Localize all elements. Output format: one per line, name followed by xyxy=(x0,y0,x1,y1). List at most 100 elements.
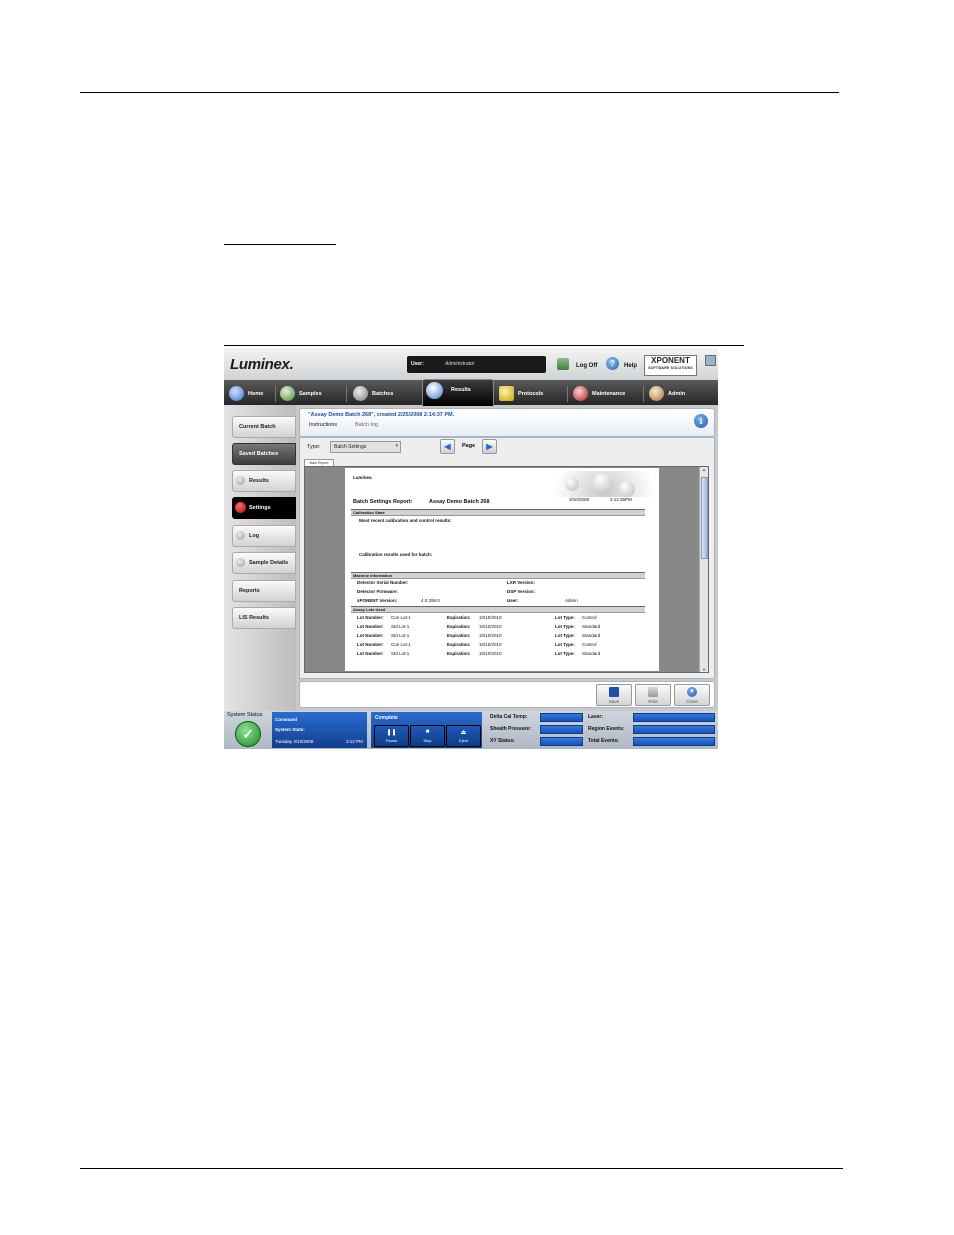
close-label: Close xyxy=(686,699,698,704)
dsp-version-label: DSP Version: xyxy=(507,589,536,594)
report-time: 3:12:36PM xyxy=(610,497,632,502)
main-nav: Home Samples Batches Results Protocols M… xyxy=(224,379,718,406)
command-box: Command System State: Tuesday 3/10/2008 … xyxy=(272,712,367,748)
status-date: Tuesday 3/10/2008 xyxy=(275,739,314,744)
lot-type-value: Control xyxy=(582,615,597,620)
command-label: Command xyxy=(275,717,298,722)
report-header-graphic xyxy=(515,471,659,497)
print-label: Print xyxy=(648,699,658,704)
sidebar-item-settings[interactable]: Settings xyxy=(232,497,296,519)
system-state-label: System State: xyxy=(275,727,305,732)
tab-results-label: Results xyxy=(451,387,471,393)
tab-maintenance[interactable]: Maintenance xyxy=(570,383,642,405)
page-label: Page xyxy=(462,443,476,449)
tab-admin[interactable]: Admin xyxy=(646,383,714,405)
sidebar-item-label: Settings xyxy=(249,505,271,511)
sidebar-item-saved-batches[interactable]: Saved Batches xyxy=(232,443,296,465)
tab-batches[interactable]: Batches xyxy=(350,383,420,405)
scrollbar-thumb[interactable] xyxy=(701,477,708,559)
pause-label: Pause xyxy=(385,738,398,743)
tab-results[interactable]: Results xyxy=(422,379,494,406)
sidebar-item-log[interactable]: Log xyxy=(232,525,296,547)
top-rule xyxy=(80,92,839,93)
tab-home-label: Home xyxy=(248,391,264,397)
lot-type-label: Lot Type: xyxy=(555,633,575,638)
admin-icon xyxy=(649,386,664,401)
bubble-graphic xyxy=(565,477,579,491)
sidebar-item-label: Reports xyxy=(239,588,260,594)
sidebar-item-reports[interactable]: Reports xyxy=(232,580,296,602)
help-icon[interactable]: ? xyxy=(606,357,619,370)
report-page: Luminex. Batch Settings Report: Assay De… xyxy=(345,468,659,671)
delta-cal-temp-label: Delta Cal Temp: xyxy=(490,714,528,720)
stop-label: Stop xyxy=(423,738,432,743)
sidebar-item-label: Current Batch xyxy=(239,424,276,430)
lot-type-value: Control xyxy=(582,642,597,647)
print-button[interactable]: Print xyxy=(635,684,671,706)
section-calibration-state: Calibration State xyxy=(351,509,645,516)
tab-home[interactable]: Home xyxy=(226,383,274,405)
type-select-value: Batch Settings xyxy=(334,444,367,450)
scroll-down-icon[interactable]: ▼ xyxy=(701,667,707,672)
type-select[interactable]: Batch Settings ▾ xyxy=(330,441,401,453)
eject-label: Eject xyxy=(459,738,468,743)
tab-batch-log[interactable]: Batch log xyxy=(355,422,378,428)
scroll-up-icon[interactable]: ▲ xyxy=(701,467,707,472)
eject-button[interactable]: ⏏ Eject xyxy=(446,725,481,747)
page-next-button[interactable]: ▶ xyxy=(482,439,497,454)
app-header: Luminex. User: Administrator Log Off ? H… xyxy=(224,348,718,380)
xponent-window: Luminex. User: Administrator Log Off ? H… xyxy=(224,348,718,749)
report-user-label: User: xyxy=(507,598,519,603)
close-button[interactable]: ▾ Close xyxy=(674,684,710,706)
sidebar-item-label: Sample Details xyxy=(249,560,289,566)
region-events-label: Region Events: xyxy=(588,726,625,732)
batch-title-panel: "Assay Demo Batch 268", created 2/25/200… xyxy=(299,408,715,437)
logoff-button[interactable]: Log Off xyxy=(576,363,597,369)
calibration-recent-line: Most recent calibration and control resu… xyxy=(359,518,452,523)
lot-expiration-value: 10/10/2010 xyxy=(479,651,502,656)
logoff-icon[interactable] xyxy=(557,358,569,370)
report-scrollbar[interactable]: ▲ ▼ xyxy=(699,467,708,672)
info-icon[interactable]: i xyxy=(694,414,708,428)
radio-dot-icon xyxy=(236,558,245,567)
region-events-value xyxy=(633,725,715,734)
tab-protocols[interactable]: Protocols xyxy=(496,383,566,405)
checkmark-icon[interactable]: ✓ xyxy=(235,721,261,747)
stop-button[interactable]: ■ Stop xyxy=(410,725,445,747)
lot-number-value: Std Lot-1 xyxy=(391,624,410,629)
lot-type-value: Standard xyxy=(582,651,601,656)
radio-dot-icon xyxy=(236,531,245,540)
tab-maintenance-label: Maintenance xyxy=(592,391,626,397)
sidebar-item-results[interactable]: Results xyxy=(232,470,296,492)
sidebar-item-current-batch[interactable]: Current Batch xyxy=(232,416,296,438)
lot-type-label: Lot Type: xyxy=(555,642,575,647)
window-minimize-icon[interactable] xyxy=(705,355,716,366)
lot-expiration-label: Expiration: xyxy=(447,651,471,656)
radio-dot-selected-icon xyxy=(235,502,246,513)
lot-number-label: Lot Number: xyxy=(357,642,384,647)
page-prev-button[interactable]: ◀ xyxy=(440,439,455,454)
arrow-right-icon: ▶ xyxy=(486,442,493,451)
lot-number-label: Lot Number: xyxy=(357,615,384,620)
delta-cal-temp-value xyxy=(540,713,583,722)
lot-number-value: Con Lot-1 xyxy=(391,615,411,620)
sheath-pressure-value xyxy=(540,725,583,734)
lot-expiration-value: 10/10/2010 xyxy=(479,633,502,638)
total-events-label: Total Events: xyxy=(588,738,620,744)
user-value: Administrator xyxy=(445,361,475,367)
save-button[interactable]: Save xyxy=(596,684,632,706)
lot-expiration-value: 10/10/2010 xyxy=(479,624,502,629)
tab-samples-label: Samples xyxy=(299,391,322,397)
sidebar-item-lis-results[interactable]: LIS Results xyxy=(232,607,296,629)
protocols-icon xyxy=(499,386,514,401)
sidebar-item-sample-details[interactable]: Sample Details xyxy=(232,552,296,574)
lot-type-label: Lot Type: xyxy=(555,651,575,656)
tab-instructions[interactable]: Instructions xyxy=(309,422,337,428)
tab-samples[interactable]: Samples xyxy=(277,383,345,405)
sidebar-item-label: LIS Results xyxy=(239,615,269,621)
help-button[interactable]: Help xyxy=(624,363,637,369)
xponent-version-label: xPONENT Version: xyxy=(357,598,398,603)
report-user-value: Admin xyxy=(565,598,578,603)
bubble-graphic xyxy=(619,481,635,497)
pause-button[interactable]: ❚❚ Pause xyxy=(374,725,409,747)
